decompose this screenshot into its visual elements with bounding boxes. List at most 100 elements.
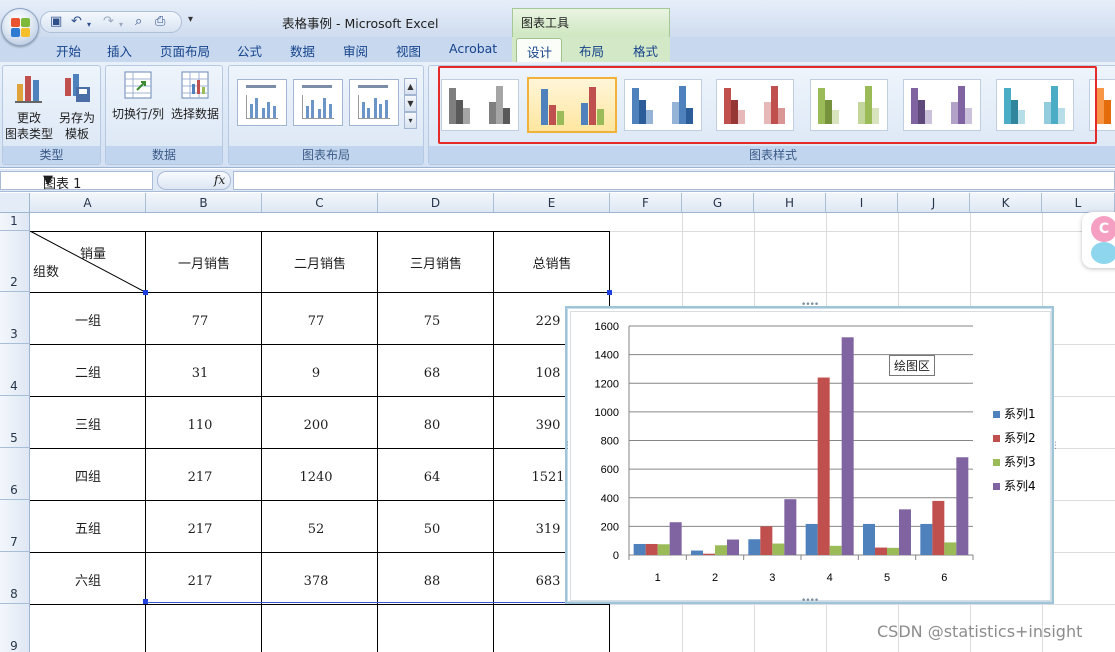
header-total[interactable]: 总销售 bbox=[494, 253, 610, 272]
bar[interactable] bbox=[703, 553, 715, 555]
tab-insert[interactable]: 插入 bbox=[107, 41, 132, 60]
table-row-group[interactable]: 二组 bbox=[30, 362, 146, 381]
x-tick-label[interactable]: 2 bbox=[712, 572, 718, 584]
x-tick-label[interactable]: 5 bbox=[884, 572, 890, 584]
legend-entry[interactable]: 系列3 bbox=[1004, 455, 1036, 469]
y-tick-label[interactable]: 1000 bbox=[595, 407, 619, 419]
table-row-group[interactable]: 四组 bbox=[30, 466, 146, 485]
legend-entry[interactable]: 系列1 bbox=[1004, 407, 1036, 421]
formula-input[interactable] bbox=[233, 171, 1115, 190]
select-all-corner[interactable] bbox=[0, 193, 30, 213]
row-header-2[interactable]: 2 bbox=[0, 231, 30, 292]
range-handle[interactable] bbox=[607, 290, 612, 295]
column-header-c[interactable]: C bbox=[262, 193, 378, 213]
save-as-template-button[interactable]: 另存为 模板 bbox=[53, 70, 101, 142]
row-header-8[interactable]: 8 bbox=[0, 552, 30, 604]
save-icon[interactable]: ▣ bbox=[50, 15, 62, 29]
y-tick-label[interactable]: 1600 bbox=[595, 321, 619, 333]
bar[interactable] bbox=[691, 550, 703, 555]
bar[interactable] bbox=[875, 547, 887, 555]
bar[interactable] bbox=[944, 542, 957, 555]
chart-layout-3[interactable] bbox=[349, 79, 399, 126]
table-cell[interactable]: 217 bbox=[146, 470, 254, 485]
chart-layout-2[interactable] bbox=[293, 79, 343, 126]
legend-entry[interactable]: 系列4 bbox=[1004, 479, 1036, 493]
table-cell[interactable]: 31 bbox=[146, 366, 254, 381]
x-tick-label[interactable]: 1 bbox=[655, 572, 661, 584]
y-tick-label[interactable]: 1400 bbox=[595, 350, 619, 362]
table-cell[interactable]: 75 bbox=[378, 314, 486, 329]
column-header-d[interactable]: D bbox=[378, 193, 494, 213]
print-preview-icon[interactable]: ⌕ bbox=[135, 15, 142, 29]
chart-resize-handle-top[interactable]: •••• bbox=[801, 301, 819, 310]
bar[interactable] bbox=[727, 539, 739, 555]
table-row-group[interactable]: 五组 bbox=[30, 518, 146, 537]
y-tick-label[interactable]: 400 bbox=[601, 493, 619, 505]
bar[interactable] bbox=[899, 509, 911, 555]
layout-gallery-down-button[interactable]: ▼ bbox=[404, 95, 417, 112]
table-cell[interactable]: 200 bbox=[262, 418, 370, 433]
tab-format[interactable]: 格式 bbox=[633, 41, 658, 60]
tab-view[interactable]: 视图 bbox=[396, 41, 421, 60]
table-cell[interactable]: 217 bbox=[146, 522, 254, 537]
bar[interactable] bbox=[715, 545, 727, 555]
column-header-e[interactable]: E bbox=[494, 193, 610, 213]
bar[interactable] bbox=[645, 543, 658, 555]
change-chart-type-button[interactable]: 更改 图表类型 bbox=[5, 70, 53, 142]
legend-swatch[interactable] bbox=[993, 459, 1000, 466]
layout-gallery-more-button[interactable]: ▾ bbox=[404, 112, 417, 129]
bar[interactable] bbox=[817, 377, 830, 555]
bar[interactable] bbox=[633, 543, 646, 555]
customize-qat-icon[interactable]: ▾ bbox=[188, 14, 193, 25]
table-row-group[interactable]: 六组 bbox=[30, 570, 146, 589]
column-header-l[interactable]: L bbox=[1042, 193, 1115, 213]
tab-acrobat[interactable]: Acrobat bbox=[449, 41, 497, 56]
name-box-dropdown-icon[interactable]: ▼ bbox=[43, 173, 148, 188]
switch-row-column-button[interactable]: 切换行/列 bbox=[109, 70, 167, 122]
clustered-column-chart[interactable]: 0 200 400 600 800 1000 1200 1400 1600 1 2 3 4 5 6 系列1 系列… bbox=[571, 312, 1052, 602]
redo-icon[interactable]: ↷ bbox=[103, 15, 114, 29]
bar[interactable] bbox=[772, 543, 785, 555]
table-cell[interactable]: 68 bbox=[378, 366, 486, 381]
bar[interactable] bbox=[863, 523, 875, 555]
row-header-7[interactable]: 7 bbox=[0, 500, 30, 552]
legend-entry[interactable]: 系列2 bbox=[1004, 431, 1036, 445]
row-header-1[interactable]: 1 bbox=[0, 213, 30, 231]
table-cell[interactable]: 80 bbox=[378, 418, 486, 433]
y-tick-label[interactable]: 800 bbox=[601, 436, 619, 448]
table-cell[interactable]: 1240 bbox=[262, 470, 370, 485]
y-tick-label[interactable]: 1200 bbox=[595, 378, 619, 390]
bar[interactable] bbox=[748, 539, 761, 555]
bar[interactable] bbox=[657, 544, 670, 555]
bar[interactable] bbox=[805, 523, 818, 555]
row-header-6[interactable]: 6 bbox=[0, 448, 30, 500]
y-tick-label[interactable]: 0 bbox=[613, 550, 619, 562]
bar[interactable] bbox=[956, 457, 969, 555]
range-handle[interactable] bbox=[143, 290, 148, 295]
table-cell[interactable]: 52 bbox=[262, 522, 370, 537]
side-widget[interactable]: C bbox=[1082, 212, 1115, 268]
y-tick-label[interactable]: 600 bbox=[601, 464, 619, 476]
bar[interactable] bbox=[841, 337, 854, 555]
table-row-group[interactable]: 三组 bbox=[30, 414, 146, 433]
chart-resize-handle-left[interactable]: ⋮ bbox=[563, 442, 572, 451]
header-month3[interactable]: 三月销售 bbox=[378, 253, 494, 272]
legend-swatch[interactable] bbox=[993, 435, 1000, 442]
column-header-h[interactable]: H bbox=[754, 193, 826, 213]
table-cell[interactable]: 378 bbox=[262, 574, 370, 589]
bar[interactable] bbox=[784, 499, 797, 555]
table-cell[interactable]: 77 bbox=[262, 314, 370, 329]
select-data-button[interactable]: 选择数据 bbox=[168, 70, 222, 122]
table-cell[interactable]: 50 bbox=[378, 522, 486, 537]
legend-swatch[interactable] bbox=[993, 483, 1000, 490]
tab-formulas[interactable]: 公式 bbox=[237, 41, 262, 60]
tab-page-layout[interactable]: 页面布局 bbox=[160, 41, 210, 60]
bar[interactable] bbox=[920, 523, 933, 555]
x-tick-label[interactable]: 6 bbox=[941, 572, 947, 584]
tab-data[interactable]: 数据 bbox=[290, 41, 315, 60]
y-tick-label[interactable]: 200 bbox=[601, 521, 619, 533]
column-header-i[interactable]: I bbox=[826, 193, 898, 213]
row-header-9[interactable]: 9 bbox=[0, 604, 30, 652]
name-box[interactable]: 图表 1 ▼ bbox=[0, 171, 153, 192]
redo-dropdown-icon[interactable]: ▾ bbox=[119, 18, 123, 32]
